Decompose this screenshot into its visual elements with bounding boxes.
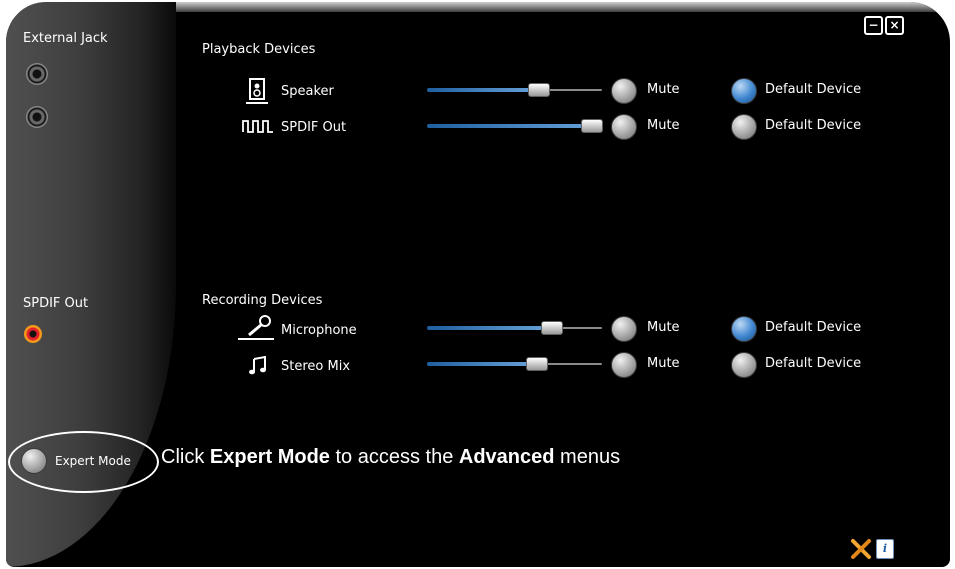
spdif-icon xyxy=(242,118,274,138)
jack-port-icon[interactable] xyxy=(26,106,48,128)
expert-mode-highlight-ellipse xyxy=(8,431,159,493)
default-device-label: Default Device xyxy=(765,320,862,335)
spdif-port-icon[interactable] xyxy=(24,325,42,343)
music-note-icon xyxy=(248,355,268,381)
volume-slider-microphone-fill[interactable] xyxy=(427,326,552,330)
volume-slider-speaker-thumb[interactable] xyxy=(528,83,550,97)
default-device-button-stereo-mix[interactable] xyxy=(731,352,757,378)
default-device-label: Default Device xyxy=(765,82,862,97)
default-device-button-speaker[interactable] xyxy=(731,78,757,104)
mute-label: Mute xyxy=(647,118,680,133)
close-button[interactable]: × xyxy=(885,16,904,35)
volume-slider-spdif-thumb[interactable] xyxy=(581,119,603,133)
volume-slider-speaker-fill[interactable] xyxy=(427,88,539,92)
device-name-stereo-mix: Stereo Mix xyxy=(281,359,351,374)
mute-label: Mute xyxy=(647,320,680,335)
mute-button-spdif-out[interactable] xyxy=(611,114,637,140)
device-name-microphone: Microphone xyxy=(281,323,357,338)
device-name-spdif-out: SPDIF Out xyxy=(281,120,347,135)
mute-button-microphone[interactable] xyxy=(611,316,637,342)
microphone-icon xyxy=(238,314,274,345)
playback-section-title: Playback Devices xyxy=(202,42,316,57)
mute-button-speaker[interactable] xyxy=(611,78,637,104)
annotation-caption: Click Expert Mode to access the Advanced… xyxy=(161,446,621,468)
volume-slider-stereo-mix-thumb[interactable] xyxy=(526,357,548,371)
mute-label: Mute xyxy=(647,82,680,97)
default-device-button-spdif-out[interactable] xyxy=(731,114,757,140)
mute-label: Mute xyxy=(647,356,680,371)
volume-slider-stereo-mix-fill[interactable] xyxy=(427,362,537,366)
default-device-label: Default Device xyxy=(765,118,862,133)
jack-port-icon[interactable] xyxy=(26,63,48,85)
speaker-icon xyxy=(246,78,268,109)
info-icon[interactable]: i xyxy=(876,539,894,559)
audio-manager-window: External Jack SPDIF Out − × Playback Dev… xyxy=(6,2,950,567)
default-device-button-microphone[interactable] xyxy=(731,316,757,342)
volume-slider-microphone-thumb[interactable] xyxy=(541,321,563,335)
volume-slider-spdif-fill[interactable] xyxy=(427,124,602,128)
default-device-label: Default Device xyxy=(765,356,862,371)
minimize-button[interactable]: − xyxy=(864,16,883,35)
spdif-out-label: SPDIF Out xyxy=(23,296,89,311)
tools-icon[interactable] xyxy=(850,538,872,566)
device-name-speaker: Speaker xyxy=(281,84,334,99)
external-jack-label: External Jack xyxy=(23,31,108,46)
recording-section-title: Recording Devices xyxy=(202,293,323,308)
mute-button-stereo-mix[interactable] xyxy=(611,352,637,378)
